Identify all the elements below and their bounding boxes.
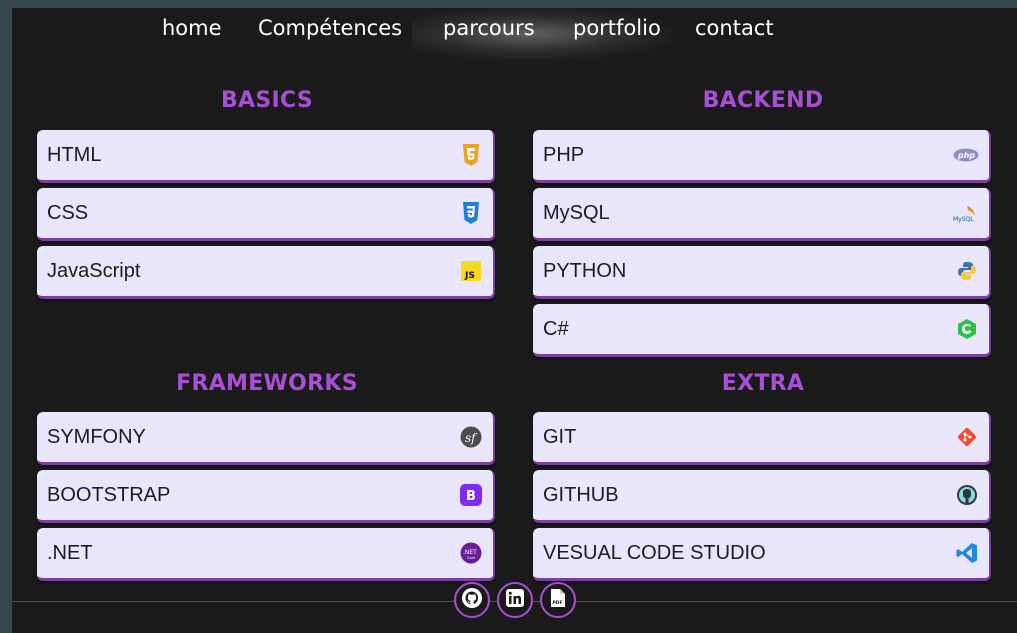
skill-card-php[interactable]: PHP php xyxy=(533,130,991,183)
github-octocat-icon xyxy=(955,482,979,508)
svg-text:.NET: .NET xyxy=(463,549,477,556)
svg-text:php: php xyxy=(957,151,975,160)
skill-card-git[interactable]: GIT xyxy=(533,412,991,465)
skill-card-bootstrap[interactable]: BOOTSTRAP B xyxy=(37,470,495,523)
skill-label: GIT xyxy=(543,425,577,448)
git-icon xyxy=(955,424,979,450)
html5-icon xyxy=(459,142,483,168)
skill-card-csharp[interactable]: C# xyxy=(533,304,991,357)
section-title-basics: BASICS xyxy=(220,88,314,113)
javascript-icon: JS xyxy=(459,258,483,284)
skill-label: C# xyxy=(543,317,569,340)
skill-label: HTML xyxy=(47,143,102,166)
skill-card-vscode[interactable]: VESUAL CODE STUDIO xyxy=(533,528,991,581)
nav-item-home[interactable]: home xyxy=(162,16,222,40)
svg-text:MySQL: MySQL xyxy=(953,216,974,223)
php-icon: php xyxy=(953,142,979,168)
svg-text:JS: JS xyxy=(464,271,475,281)
section-title-frameworks: FRAMEWORKS xyxy=(176,371,358,396)
footer-linkedin-link[interactable] xyxy=(497,582,533,618)
skill-label: MySQL xyxy=(543,201,610,224)
skill-label: CSS xyxy=(47,201,89,224)
skill-card-symfony[interactable]: SYMFONY sf xyxy=(37,412,495,465)
bootstrap-icon: B xyxy=(459,482,483,508)
svg-text:Core: Core xyxy=(467,556,475,560)
skill-card-dotnet[interactable]: .NET .NET Core xyxy=(37,528,495,581)
footer-pdf-link[interactable]: PDF xyxy=(540,582,576,618)
skill-label: PYTHON xyxy=(543,259,627,282)
symfony-icon: sf xyxy=(459,424,483,450)
skill-card-css[interactable]: CSS xyxy=(37,188,495,241)
skill-card-python[interactable]: PYTHON xyxy=(533,246,991,299)
footer-github-link[interactable] xyxy=(454,582,490,618)
python-icon xyxy=(955,258,979,284)
linkedin-icon xyxy=(506,589,524,611)
skill-card-mysql[interactable]: MySQL MySQL xyxy=(533,188,991,241)
dotnet-icon: .NET Core xyxy=(459,540,483,566)
skill-label: SYMFONY xyxy=(47,425,146,448)
csharp-icon xyxy=(955,316,979,342)
skill-card-html[interactable]: HTML xyxy=(37,130,495,183)
section-title-backend: BACKEND xyxy=(702,88,824,113)
nav-item-parcours[interactable]: parcours xyxy=(443,16,535,40)
page-frame: home Compétences parcours portfolio cont… xyxy=(12,8,1017,633)
svg-text:PDF: PDF xyxy=(553,600,563,606)
pdf-icon: PDF xyxy=(550,588,566,612)
top-nav: home Compétences parcours portfolio cont… xyxy=(12,8,1017,60)
skill-label: .NET xyxy=(47,541,93,564)
skill-card-github[interactable]: GITHUB xyxy=(533,470,991,523)
section-title-extra: EXTRA xyxy=(721,371,805,396)
skill-label: BOOTSTRAP xyxy=(47,483,171,506)
skill-label: JavaScript xyxy=(47,259,141,282)
skill-label: GITHUB xyxy=(543,483,619,506)
skill-label: PHP xyxy=(543,143,585,166)
css3-icon xyxy=(459,200,483,226)
vscode-icon xyxy=(955,540,979,566)
nav-item-portfolio[interactable]: portfolio xyxy=(573,16,661,40)
svg-text:B: B xyxy=(466,489,476,504)
skill-card-javascript[interactable]: JavaScript JS xyxy=(37,246,495,299)
nav-item-competences[interactable]: Compétences xyxy=(258,16,402,40)
skill-label: VESUAL CODE STUDIO xyxy=(543,541,766,564)
nav-item-contact[interactable]: contact xyxy=(695,16,774,40)
github-icon xyxy=(461,587,483,613)
mysql-icon: MySQL xyxy=(953,200,979,226)
